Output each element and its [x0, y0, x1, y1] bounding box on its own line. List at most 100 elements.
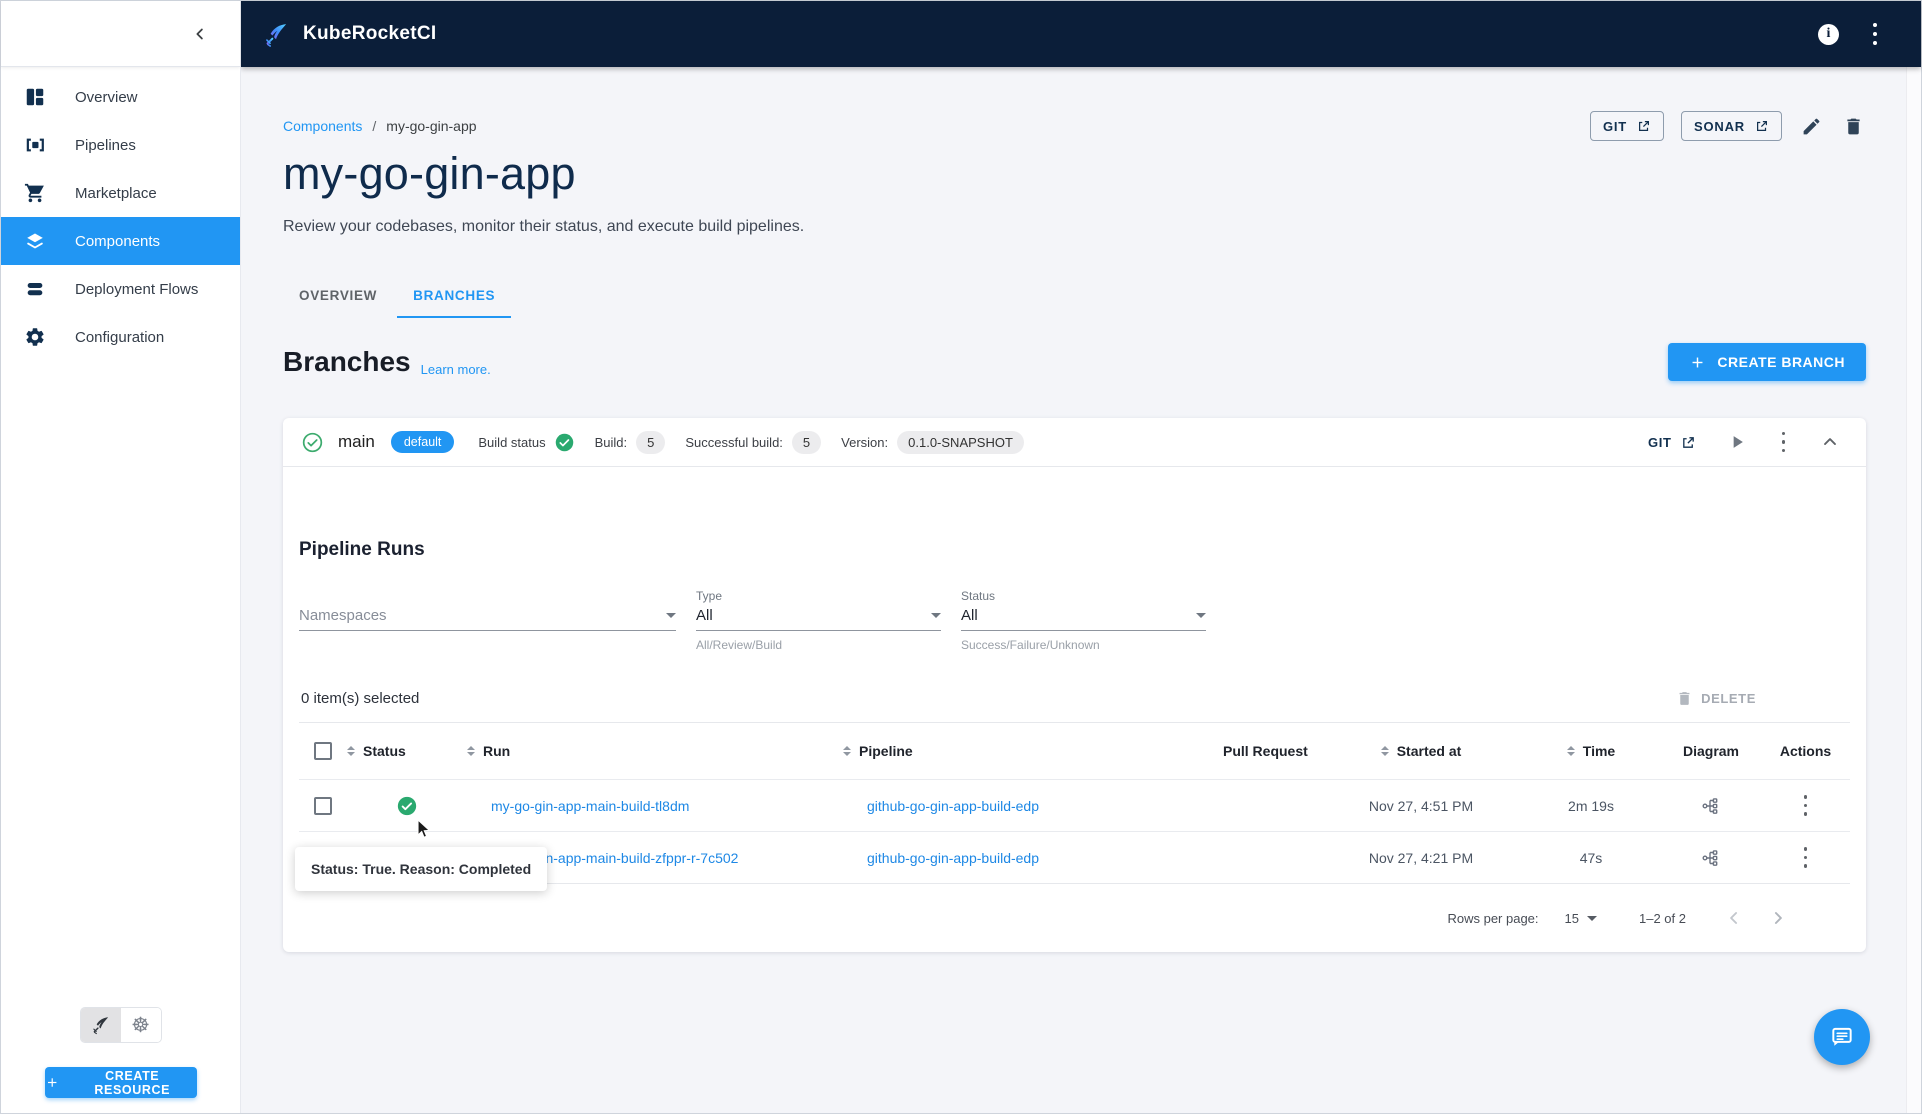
learn-more-link[interactable]: Learn more.: [421, 362, 491, 381]
tab-overview[interactable]: OVERVIEW: [283, 275, 393, 318]
sidebar-item-deployment-flows[interactable]: Deployment Flows: [1, 265, 240, 313]
run-link[interactable]: my-go-gin-app-main-build-tl8dm: [491, 798, 689, 814]
pagination: Rows per page: 15 1–2 of 2: [299, 884, 1850, 952]
krci-view-toggle[interactable]: [80, 1008, 121, 1042]
column-time[interactable]: Time: [1521, 743, 1661, 759]
sidebar-item-configuration[interactable]: Configuration: [1, 313, 240, 361]
pipeline-link[interactable]: github-go-gin-app-build-edp: [867, 798, 1039, 814]
status-filter: Status All Success/Failure/Unknown: [961, 589, 1206, 652]
row-checkbox[interactable]: [314, 796, 332, 815]
app-root: Overview Pipelines Marketplace Component…: [0, 0, 1922, 1114]
type-select[interactable]: All: [696, 607, 941, 631]
edit-button[interactable]: [1799, 114, 1824, 139]
type-filter-helper: All/Review/Build: [696, 638, 783, 652]
next-page-button[interactable]: [1768, 908, 1788, 928]
git-external-button[interactable]: GIT: [1589, 111, 1665, 141]
sonar-external-button[interactable]: SONAR: [1681, 111, 1782, 141]
sidebar-item-overview[interactable]: Overview: [1, 73, 240, 121]
pipeline-link[interactable]: github-go-gin-app-build-edp: [867, 850, 1039, 866]
status-select[interactable]: All: [961, 607, 1206, 631]
table-header-row: Status Run Pipeline Pull Request Started…: [299, 723, 1850, 779]
namespaces-select[interactable]: Namespaces: [299, 607, 676, 631]
kubernetes-icon: ☸: [131, 1013, 150, 1037]
sidebar-item-pipelines[interactable]: Pipelines: [1, 121, 240, 169]
info-icon[interactable]: i: [1818, 23, 1839, 45]
collapse-branch-button[interactable]: [1818, 430, 1842, 454]
sidebar-item-label: Marketplace: [75, 184, 157, 202]
delete-component-button[interactable]: [1841, 114, 1866, 139]
chevron-down-icon: [666, 613, 676, 618]
started-at-cell: Nov 27, 4:51 PM: [1368, 797, 1474, 814]
main-area: KubeRocketCI i Components / my-go-gin-ap…: [241, 1, 1921, 1113]
plus-icon: [1692, 357, 1703, 367]
sidebar-item-marketplace[interactable]: Marketplace: [1, 169, 240, 217]
branch-git-link[interactable]: GIT: [1648, 435, 1695, 450]
status-filter-helper: Success/Failure/Unknown: [961, 638, 1100, 652]
page-content: Components / my-go-gin-app GIT SONAR my-…: [241, 67, 1921, 1113]
check-circle-icon: [397, 796, 417, 815]
column-pipeline[interactable]: Pipeline: [843, 743, 1211, 759]
selection-row: 0 item(s) selected DELETE: [299, 686, 1850, 710]
pipeline-runs-table: Status Run Pipeline Pull Request Started…: [299, 723, 1850, 952]
namespaces-filter: Namespaces: [299, 607, 676, 652]
rows-per-page-select[interactable]: 15: [1565, 911, 1597, 926]
diagram-button[interactable]: [1699, 846, 1723, 870]
branch-accordion-header[interactable]: main default Build status Build: 5 Succe…: [283, 418, 1866, 466]
layers-icon: [23, 229, 47, 253]
default-badge: default: [390, 431, 455, 453]
scrollbar-track[interactable]: [1906, 67, 1921, 1113]
page-title: my-go-gin-app: [283, 148, 576, 199]
row-kebab-menu[interactable]: [1800, 791, 1812, 821]
feedback-chat-fab[interactable]: [1814, 1009, 1870, 1065]
trigger-build-button[interactable]: [1725, 430, 1749, 454]
sidebar-item-label: Overview: [75, 88, 138, 106]
time-cell: 47s: [1579, 849, 1603, 866]
sidebar-item-label: Components: [75, 232, 161, 250]
trash-icon: [1847, 118, 1860, 134]
column-run[interactable]: Run: [467, 743, 843, 759]
sidebar-collapse-button[interactable]: [186, 20, 214, 48]
sidebar-item-label: Pipelines: [75, 136, 136, 154]
diagram-button[interactable]: [1699, 794, 1723, 818]
pipelines-icon: [23, 133, 47, 157]
brand: KubeRocketCI: [263, 21, 436, 48]
chevron-up-icon: [1824, 438, 1836, 445]
pagination-range: 1–2 of 2: [1639, 910, 1686, 926]
pencil-icon: [1803, 118, 1820, 134]
sidebar-item-label: Configuration: [75, 328, 165, 346]
run-status: [347, 795, 467, 817]
chevron-down-icon: [1196, 613, 1206, 618]
branch-kebab-menu[interactable]: [1778, 427, 1790, 457]
sidebar-item-components[interactable]: Components: [1, 217, 240, 265]
sort-icon: [1380, 745, 1389, 757]
sidebar-footer: ☸ CREATE RESOURCE: [1, 1007, 240, 1113]
column-actions: Actions: [1779, 743, 1832, 759]
create-branch-button[interactable]: CREATE BRANCH: [1668, 343, 1866, 381]
tabs: OVERVIEW BRANCHES: [283, 275, 1866, 318]
previous-page-button[interactable]: [1724, 908, 1744, 928]
chevron-down-icon: [1587, 915, 1597, 921]
diagram-tree-icon: [1702, 797, 1718, 814]
plus-icon: [47, 1078, 56, 1087]
create-resource-button[interactable]: CREATE RESOURCE: [44, 1067, 197, 1098]
column-started-at[interactable]: Started at: [1321, 743, 1521, 759]
build-count-label: Build:: [594, 434, 628, 450]
tab-branches[interactable]: BRANCHES: [397, 275, 512, 318]
column-diagram: Diagram: [1682, 743, 1740, 759]
type-filter-label: Type: [696, 589, 723, 603]
status-tooltip: Status: True. Reason: Completed: [295, 847, 548, 891]
chat-bubble-icon: [1832, 1027, 1852, 1046]
feather-icon: [92, 1017, 108, 1035]
kubernetes-view-toggle[interactable]: ☸: [120, 1008, 161, 1042]
delete-selected-button[interactable]: DELETE: [1676, 690, 1756, 707]
build-status-label: Build status: [478, 434, 546, 450]
column-status[interactable]: Status: [347, 743, 467, 759]
branches-header-row: Branches Learn more. CREATE BRANCH: [283, 343, 1866, 381]
select-all-checkbox[interactable]: [314, 742, 332, 760]
row-kebab-menu[interactable]: [1800, 843, 1812, 873]
appbar-kebab-menu[interactable]: [1869, 19, 1881, 50]
rows-per-page-label: Rows per page:: [1447, 910, 1539, 926]
column-pull-request[interactable]: Pull Request: [1211, 743, 1321, 759]
type-filter: Type All All/Review/Build: [696, 589, 941, 652]
breadcrumb-components-link[interactable]: Components: [283, 118, 362, 134]
